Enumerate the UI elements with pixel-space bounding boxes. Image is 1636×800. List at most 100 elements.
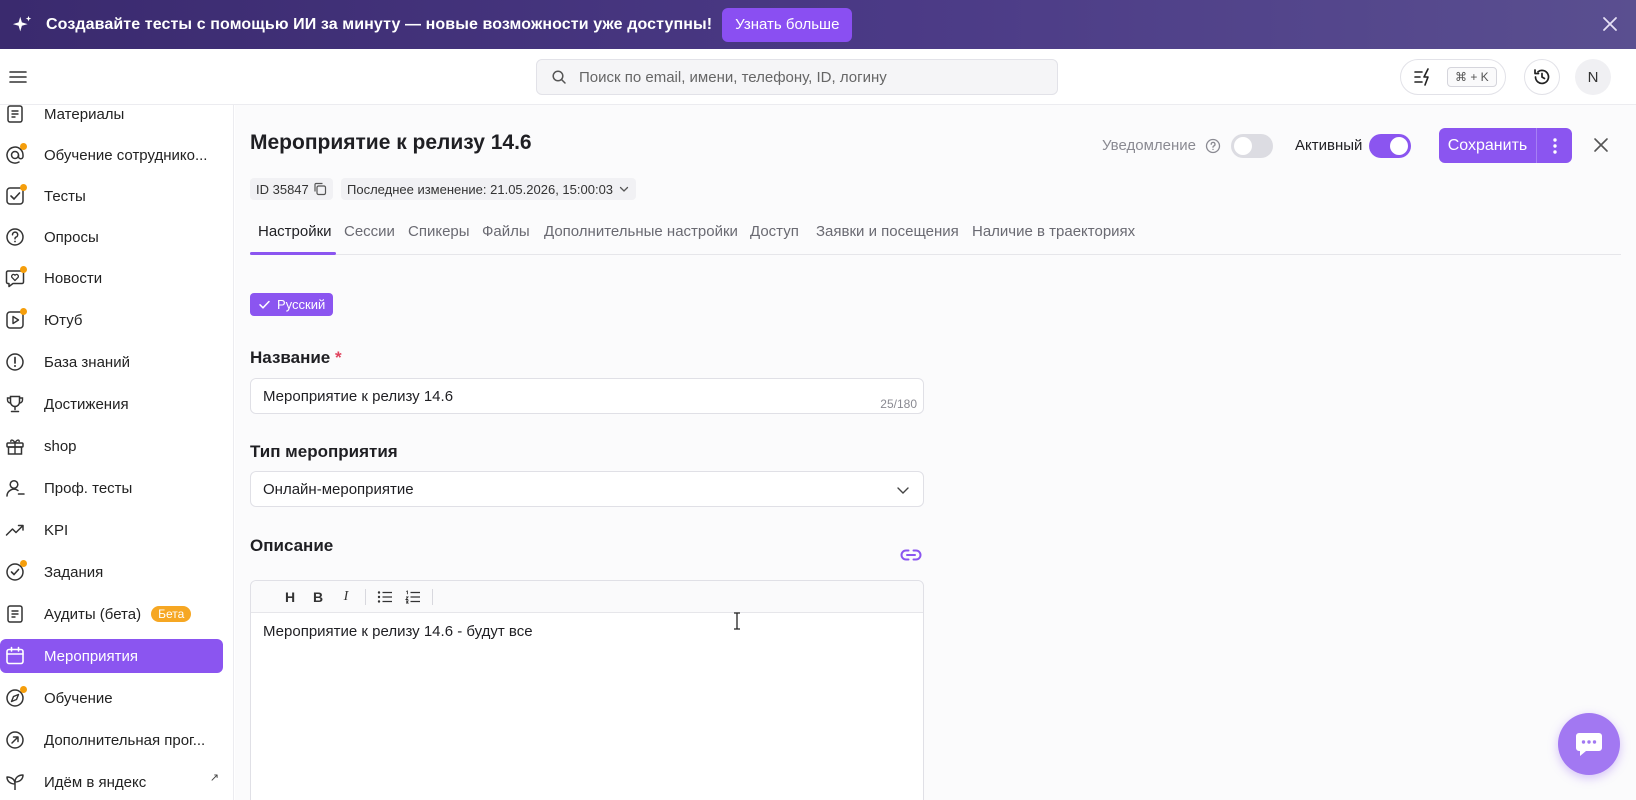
sidebar-item-news[interactable]: Новости <box>0 261 223 295</box>
tab-sessions[interactable]: Сессии <box>344 223 395 240</box>
tab-trajectories[interactable]: Наличие в траекториях <box>972 223 1135 240</box>
sidebar-item-learning[interactable]: Обучение <box>0 681 223 715</box>
tab-bar: Настройки Сессии Спикеры Файлы Дополните… <box>250 217 1621 255</box>
calendar-icon <box>4 645 26 667</box>
sidebar-item-surveys[interactable]: Опросы <box>0 220 223 254</box>
tab-requests-visits[interactable]: Заявки и посещения <box>816 223 959 240</box>
sidebar-item-audits[interactable]: Аудиты (бета) Бета <box>0 597 223 631</box>
char-counter: 25/180 <box>880 397 917 411</box>
close-icon[interactable] <box>1591 135 1611 155</box>
sidebar-item-label: Обучение <box>44 689 113 707</box>
page-title: Мероприятие к релизу 14.6 <box>250 131 532 154</box>
active-toggle[interactable] <box>1369 134 1411 158</box>
sidebar-item-label: Опросы <box>44 228 99 246</box>
sidebar-item-yandex[interactable]: Идём в яндекс ↗ <box>0 765 223 799</box>
italic-button[interactable]: I <box>337 588 355 606</box>
sidebar-item-label: Тесты <box>44 187 86 205</box>
active-label: Активный <box>1295 137 1363 154</box>
menu-icon[interactable] <box>8 67 28 87</box>
sidebar-item-label: Аудиты (бета) <box>44 605 142 623</box>
description-label: Описание <box>250 536 334 555</box>
sidebar-item-tests[interactable]: Тесты <box>0 179 223 213</box>
sidebar-item-prof-tests[interactable]: Проф. тесты <box>0 471 223 505</box>
event-type-value: Онлайн-мероприятие <box>263 480 414 498</box>
bullet-list-icon <box>377 590 392 603</box>
info-icon <box>4 351 26 373</box>
user-icon <box>4 477 26 499</box>
sidebar-item-label: Достижения <box>44 395 129 413</box>
numbered-list-button[interactable] <box>404 588 422 606</box>
close-icon[interactable] <box>1598 12 1622 36</box>
language-chip[interactable]: Русский <box>250 293 334 316</box>
heading-button[interactable]: H <box>281 588 299 606</box>
last-changed[interactable]: Последнее изменение: 21.05.2026, 15:00:0… <box>341 178 637 200</box>
event-id-text: ID 35847 <box>256 181 309 197</box>
description-editor[interactable]: H B I Мероприятие к релизу 14.6 - будут … <box>250 580 924 800</box>
heart-chat-icon <box>4 266 27 289</box>
learn-more-button[interactable]: Узнать больше <box>722 7 853 42</box>
event-type-select[interactable]: Онлайн-мероприятие <box>250 471 924 507</box>
trend-icon <box>4 519 26 541</box>
required-mark: * <box>334 348 342 367</box>
main-content: Мероприятие к релизу 14.6 Уведомление Ак… <box>235 105 1636 800</box>
description-text[interactable]: Мероприятие к релизу 14.6 - будут все <box>251 613 923 650</box>
sidebar-item-tasks[interactable]: Задания <box>0 555 223 589</box>
quick-actions-button[interactable]: ⌘ + K <box>1400 59 1506 95</box>
name-field[interactable]: Мероприятие к релизу 14.6 25/180 <box>250 378 924 414</box>
editor-toolbar: H B I <box>251 581 923 613</box>
sidebar-item-employee-training[interactable]: Обучение сотруднико... <box>0 138 223 172</box>
name-label-text: Название <box>250 348 331 367</box>
bold-button[interactable]: B <box>309 588 327 606</box>
global-search[interactable] <box>536 59 1058 95</box>
name-value: Мероприятие к релизу 14.6 <box>263 387 454 405</box>
name-label: Название * <box>250 348 342 368</box>
sidebar-item-materials[interactable]: Материалы <box>0 105 223 131</box>
more-actions-button[interactable] <box>1537 128 1572 163</box>
beta-badge: Бета <box>151 606 192 622</box>
sidebar-item-label: Идём в яндекс <box>44 773 147 791</box>
play-icon <box>4 308 27 331</box>
banner-text: Создавайте тесты с помощью ИИ за минуту … <box>46 15 713 33</box>
tab-speakers[interactable]: Спикеры <box>408 223 470 240</box>
promo-banner: Создавайте тесты с помощью ИИ за минуту … <box>0 0 1636 49</box>
trophy-icon <box>4 393 26 415</box>
sidebar-item-label: shop <box>44 437 77 455</box>
chat-icon <box>1576 733 1602 756</box>
sidebar-item-label: Новости <box>44 269 103 287</box>
sidebar-item-kpi[interactable]: KPI <box>0 513 223 547</box>
avatar[interactable]: N <box>1575 59 1611 95</box>
external-link-icon: ↗ <box>209 772 219 784</box>
help-icon[interactable] <box>1205 138 1221 154</box>
history-button[interactable] <box>1524 59 1560 95</box>
top-bar: ⌘ + K N <box>0 49 1636 105</box>
sidebar-item-youtube[interactable]: Ютуб <box>0 303 223 337</box>
tab-access[interactable]: Доступ <box>750 223 799 240</box>
event-type-label: Тип мероприятия <box>250 442 398 461</box>
notification-toggle[interactable] <box>1231 134 1273 158</box>
gift-icon <box>4 435 26 457</box>
chevron-down-icon <box>897 487 909 494</box>
notification-label: Уведомление <box>1102 137 1197 154</box>
tab-settings[interactable]: Настройки <box>258 223 332 240</box>
sidebar-item-additional-programs[interactable]: Дополнительная прог... <box>0 723 223 757</box>
sidebar-item-events[interactable]: Мероприятия <box>0 639 223 673</box>
sidebar-item-achievements[interactable]: Достижения <box>0 387 223 421</box>
search-icon <box>552 70 566 84</box>
copy-icon[interactable] <box>313 182 327 196</box>
numbered-list-icon <box>405 589 420 603</box>
bullet-list-button[interactable] <box>376 588 394 606</box>
sidebar-item-label: Обучение сотруднико... <box>44 146 208 164</box>
leaf-icon <box>4 771 26 793</box>
search-input[interactable] <box>579 68 1039 86</box>
sidebar-item-knowledge-base[interactable]: База знаний <box>0 345 223 379</box>
support-chat-button[interactable] <box>1558 713 1620 775</box>
tab-additional-settings[interactable]: Дополнительные настройки <box>544 223 738 240</box>
link-icon[interactable] <box>899 543 923 567</box>
sidebar-item-shop[interactable]: shop <box>0 429 223 463</box>
sidebar-item-label: База знаний <box>44 353 130 371</box>
checklist-icon <box>4 184 27 207</box>
tab-files[interactable]: Файлы <box>482 223 530 240</box>
shortcut-hint: ⌘ + K <box>1447 67 1497 87</box>
save-button[interactable]: Сохранить <box>1439 128 1537 163</box>
last-changed-text: Последнее изменение: 21.05.2026, 15:00:0… <box>347 181 614 197</box>
